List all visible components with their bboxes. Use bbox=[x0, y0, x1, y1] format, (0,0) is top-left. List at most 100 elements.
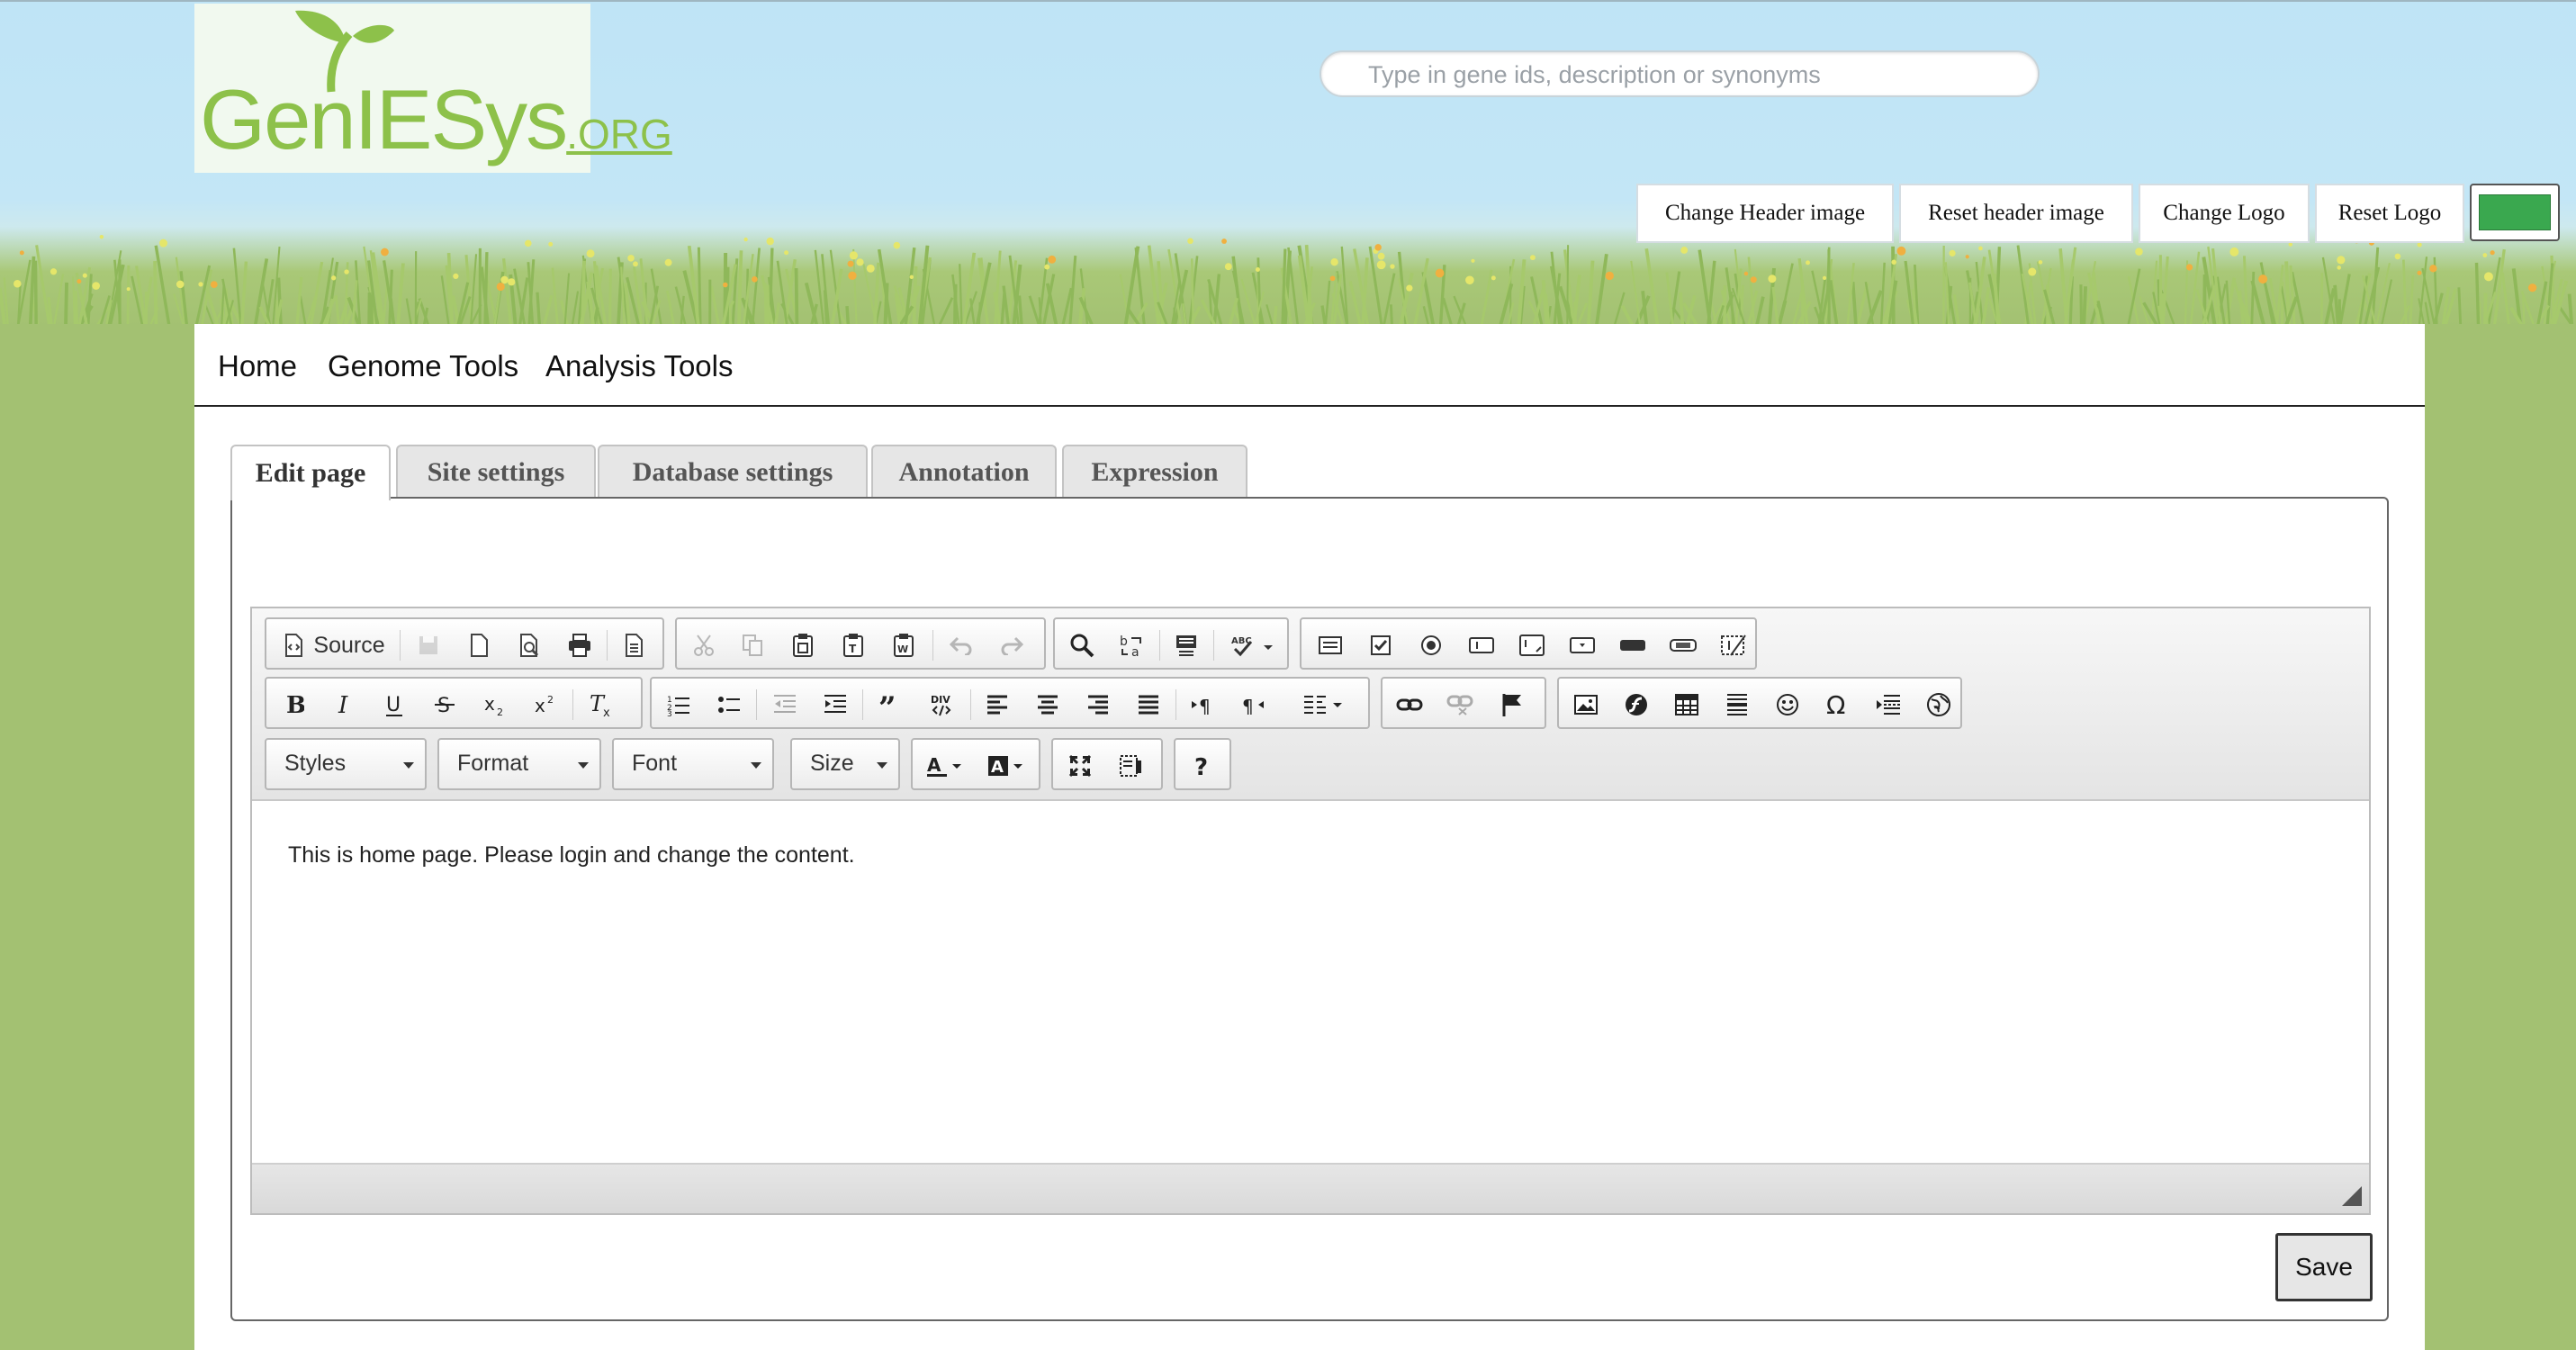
button-icon[interactable] bbox=[1609, 626, 1656, 664]
div-icon[interactable]: DIV bbox=[918, 686, 965, 724]
site-logo[interactable]: GenIESys.ORG bbox=[194, 4, 672, 173]
print-icon[interactable] bbox=[556, 626, 603, 664]
superscript-icon[interactable]: x2 bbox=[522, 686, 569, 724]
cut-icon[interactable] bbox=[680, 626, 727, 664]
font-dropdown[interactable]: Font bbox=[612, 738, 774, 790]
undo-icon[interactable] bbox=[938, 626, 985, 664]
select-icon[interactable] bbox=[1559, 626, 1606, 664]
hidden-field-icon[interactable] bbox=[1710, 626, 1757, 664]
form-icon[interactable] bbox=[1307, 626, 1354, 664]
unlink-icon[interactable] bbox=[1437, 686, 1483, 724]
color-picker-button[interactable] bbox=[2470, 184, 2560, 241]
align-left-icon[interactable] bbox=[974, 686, 1021, 724]
special-char-icon[interactable]: Ω bbox=[1815, 686, 1861, 724]
nav-genome-tools[interactable]: Genome Tools bbox=[328, 349, 518, 383]
subscript-icon[interactable]: x2 bbox=[472, 686, 518, 724]
search-box bbox=[1320, 50, 2040, 97]
outdent-icon[interactable] bbox=[761, 686, 808, 724]
paste-icon[interactable] bbox=[779, 626, 826, 664]
page-break-icon[interactable] bbox=[1865, 686, 1912, 724]
logo-wordmark: GenIESys bbox=[200, 72, 568, 166]
language-icon[interactable] bbox=[1280, 686, 1366, 724]
paste-text-icon[interactable]: T bbox=[830, 626, 877, 664]
smiley-icon[interactable] bbox=[1764, 686, 1811, 724]
bg-color-icon[interactable]: A bbox=[977, 747, 1037, 785]
about-icon[interactable]: ? bbox=[1179, 747, 1226, 785]
radio-icon[interactable] bbox=[1408, 626, 1455, 664]
link-icon[interactable] bbox=[1386, 686, 1433, 724]
change-header-image-button[interactable]: Change Header image bbox=[1636, 184, 1894, 243]
svg-text:T: T bbox=[849, 643, 857, 655]
flash-icon[interactable] bbox=[1613, 686, 1660, 724]
textarea-icon[interactable] bbox=[1509, 626, 1555, 664]
table-icon[interactable] bbox=[1663, 686, 1710, 724]
source-label: Source bbox=[313, 632, 385, 658]
toolbar-group-editing: ba ABC bbox=[1053, 617, 1289, 670]
source-icon bbox=[285, 634, 303, 657]
numbered-list-icon[interactable]: 123 bbox=[655, 686, 702, 724]
font-label: Font bbox=[632, 751, 678, 776]
new-page-icon[interactable] bbox=[455, 626, 502, 664]
save-button[interactable]: Save bbox=[2275, 1233, 2373, 1301]
reset-logo-button[interactable]: Reset Logo bbox=[2315, 184, 2464, 243]
svg-text:W: W bbox=[897, 644, 908, 655]
reset-header-image-button[interactable]: Reset header image bbox=[1899, 184, 2133, 243]
find-icon[interactable] bbox=[1058, 626, 1105, 664]
image-icon[interactable] bbox=[1563, 686, 1609, 724]
redo-icon[interactable] bbox=[988, 626, 1035, 664]
textfield-icon[interactable] bbox=[1458, 626, 1505, 664]
svg-text:3: 3 bbox=[667, 710, 672, 716]
show-blocks-icon[interactable] bbox=[1107, 747, 1154, 785]
checkbox-icon[interactable] bbox=[1357, 626, 1404, 664]
svg-text:?: ? bbox=[1194, 754, 1208, 779]
source-button[interactable]: Source bbox=[272, 626, 396, 664]
align-center-icon[interactable] bbox=[1024, 686, 1071, 724]
underline-icon[interactable]: U bbox=[371, 686, 418, 724]
remove-format-icon[interactable]: Tx bbox=[578, 686, 625, 724]
indent-icon[interactable] bbox=[812, 686, 859, 724]
save-icon[interactable] bbox=[405, 626, 452, 664]
preview-icon[interactable] bbox=[506, 626, 553, 664]
templates-icon[interactable] bbox=[610, 626, 657, 664]
search-input[interactable] bbox=[1366, 58, 2014, 92]
editor-content-area[interactable]: This is home page. Please login and chan… bbox=[252, 801, 2369, 1163]
anchor-icon[interactable] bbox=[1489, 686, 1536, 724]
toolbar-group-clipboard: T W bbox=[675, 617, 1046, 670]
image-button-icon[interactable] bbox=[1660, 626, 1707, 664]
nav-home[interactable]: Home bbox=[218, 349, 297, 383]
editor-content-text[interactable]: This is home page. Please login and chan… bbox=[288, 842, 855, 868]
paste-word-icon[interactable]: W bbox=[880, 626, 927, 664]
align-right-icon[interactable] bbox=[1075, 686, 1121, 724]
tab-annotation[interactable]: Annotation bbox=[871, 445, 1057, 499]
resize-grip-icon[interactable] bbox=[2342, 1186, 2362, 1206]
strike-icon[interactable]: S bbox=[421, 686, 468, 724]
horizontal-rule-icon[interactable] bbox=[1714, 686, 1761, 724]
text-color-icon[interactable]: A bbox=[916, 747, 976, 785]
tab-edit-page[interactable]: Edit page bbox=[230, 445, 391, 500]
justify-icon[interactable] bbox=[1125, 686, 1172, 724]
tab-database-settings[interactable]: Database settings bbox=[598, 445, 868, 499]
select-all-icon[interactable] bbox=[1163, 626, 1210, 664]
copy-icon[interactable] bbox=[729, 626, 776, 664]
size-dropdown[interactable]: Size bbox=[790, 738, 900, 790]
rtl-icon[interactable]: ¶ bbox=[1229, 686, 1276, 724]
ltr-icon[interactable]: ¶ bbox=[1179, 686, 1226, 724]
nav-analysis-tools[interactable]: Analysis Tools bbox=[545, 349, 734, 383]
blockquote-icon[interactable]: ” bbox=[868, 686, 914, 724]
change-logo-button[interactable]: Change Logo bbox=[2139, 184, 2310, 243]
logo-suffix: .ORG bbox=[566, 111, 672, 158]
svg-text:2: 2 bbox=[497, 706, 503, 717]
svg-text:U: U bbox=[386, 694, 401, 716]
italic-icon[interactable]: I bbox=[320, 686, 367, 724]
replace-icon[interactable]: ba bbox=[1109, 626, 1156, 664]
tab-site-settings[interactable]: Site settings bbox=[396, 445, 596, 499]
toolbar-group-colors: A A bbox=[911, 738, 1040, 790]
maximize-icon[interactable] bbox=[1057, 747, 1103, 785]
styles-dropdown[interactable]: Styles bbox=[265, 738, 427, 790]
bold-icon[interactable]: B bbox=[270, 686, 317, 724]
iframe-icon[interactable] bbox=[1915, 686, 1962, 724]
bulleted-list-icon[interactable] bbox=[706, 686, 752, 724]
format-dropdown[interactable]: Format bbox=[437, 738, 601, 790]
spellcheck-icon[interactable]: ABC bbox=[1220, 626, 1283, 664]
tab-expression[interactable]: Expression bbox=[1062, 445, 1247, 499]
